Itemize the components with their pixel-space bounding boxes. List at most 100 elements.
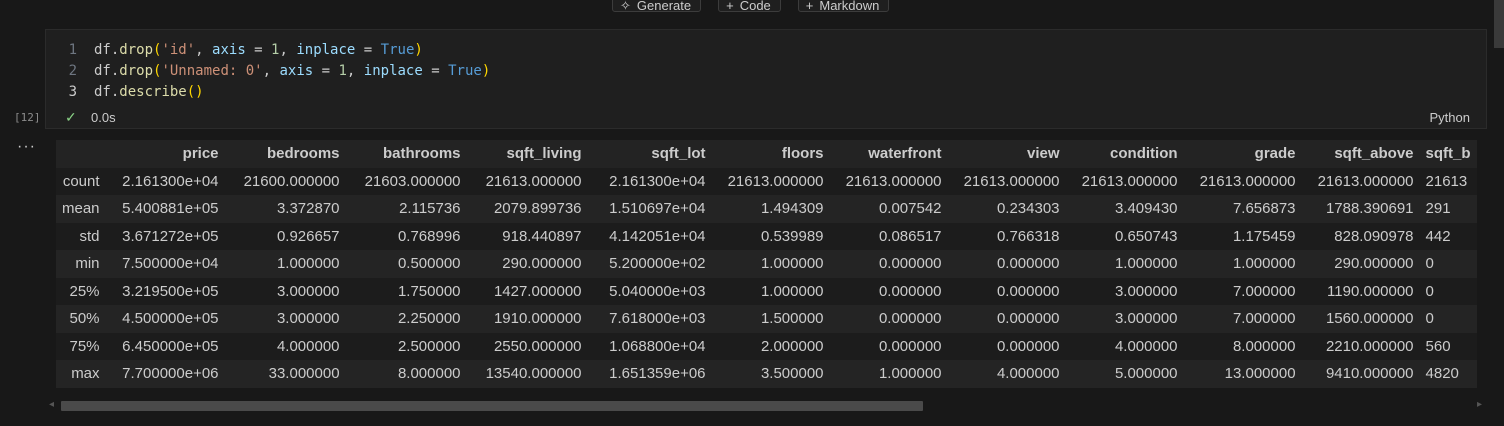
horizontal-scrollbar-thumb[interactable] — [61, 401, 923, 411]
table-cell: 21600.000000 — [243, 172, 340, 190]
code-token: True — [380, 42, 415, 58]
markdown-label: Markdown — [819, 0, 880, 13]
table-cell: 0.000000 — [878, 282, 942, 300]
code-cell[interactable]: 1 df. drop('id', axis = 1, inplace = True… — [45, 29, 1487, 129]
table-cell: 33.000000 — [268, 365, 340, 383]
code-token: . — [110, 42, 120, 58]
column-header: sqft_living — [506, 145, 582, 163]
vertical-scrollbar[interactable] — [1494, 0, 1504, 48]
code-token: describe — [119, 84, 187, 100]
code-token: 'Unnamed: 0' — [161, 63, 263, 79]
code-line[interactable]: 3 df. describe() — [46, 82, 490, 103]
table-cell: 21613.000000 — [845, 172, 942, 190]
code-editor[interactable]: 1 df. drop('id', axis = 1, inplace = True… — [46, 40, 491, 103]
generate-button[interactable]: ✧ Generate — [612, 0, 702, 13]
table-cell: 9410.000000 — [1325, 365, 1414, 383]
table-cell: 5.040000e+03 — [609, 282, 706, 300]
table-cell: 1.494309 — [760, 200, 824, 218]
table-cell: 21613 — [1425, 172, 1468, 190]
column-header: condition — [1110, 145, 1178, 163]
table-cell: 3.219500e+05 — [122, 282, 219, 300]
generate-label: Generate — [636, 0, 692, 13]
table-row: count 2.161300e+04 21600.000000 21603.00000… — [56, 167, 1477, 195]
line-number: 2 — [68, 63, 77, 79]
table-cell: 7.618000e+03 — [609, 310, 706, 328]
output-more-actions-icon[interactable]: ··· — [17, 138, 36, 156]
table-cell: 3.409430 — [1114, 200, 1178, 218]
row-index-label: std — [79, 227, 100, 245]
table-cell: 1190.000000 — [1327, 282, 1414, 300]
table-cell: 5.200000e+02 — [609, 255, 706, 273]
row-index-label: 75% — [69, 337, 100, 355]
table-cell: 2.250000 — [397, 310, 461, 328]
table-cell: 21613.000000 — [1081, 172, 1178, 190]
code-token: ( — [153, 42, 162, 58]
column-header: view — [1027, 145, 1060, 163]
code-line[interactable]: 1 df. drop('id', axis = 1, inplace = True… — [46, 40, 490, 61]
scroll-right-icon[interactable]: ▸ — [1477, 399, 1482, 410]
code-token: df — [94, 84, 111, 100]
column-header: sqft_above — [1334, 145, 1414, 163]
table-cell: 290.000000 — [502, 255, 582, 273]
table-row: 75% 6.450000e+05 4.000000 2.500000 2550.0000… — [56, 332, 1477, 360]
add-markdown-button[interactable]: + Markdown — [797, 0, 890, 13]
table-cell: 0 — [1425, 282, 1434, 300]
table-cell: 1.000000 — [760, 255, 824, 273]
table-cell: 2550.000000 — [493, 337, 582, 355]
table-cell: 21613.000000 — [727, 172, 824, 190]
execution-count: [12] — [14, 111, 41, 124]
table-cell: 442 — [1425, 227, 1451, 245]
table-cell: 2.115736 — [399, 200, 461, 218]
code-token: ) — [414, 42, 423, 58]
code-token: 1 — [271, 42, 280, 58]
row-index-label: mean — [62, 200, 100, 218]
table-cell: 1.500000 — [760, 310, 824, 328]
code-token: , — [346, 63, 364, 79]
kernel-language-button[interactable]: Python — [1430, 110, 1470, 125]
table-cell: 7.700000e+06 — [122, 365, 219, 383]
table-cell: 1.510697e+04 — [609, 200, 706, 218]
table-cell: 21613.000000 — [963, 172, 1060, 190]
row-index-label: max — [71, 365, 100, 383]
code-token: drop — [119, 63, 154, 79]
column-header: grade — [1254, 145, 1296, 163]
code-token: = — [245, 42, 272, 58]
plus-icon: + — [726, 0, 734, 13]
code-token: 'id' — [161, 42, 196, 58]
table-cell: 3.671272e+05 — [122, 227, 219, 245]
plus-icon: + — [805, 0, 814, 13]
table-cell: 8.000000 — [1232, 337, 1296, 355]
scroll-left-icon[interactable]: ◂ — [49, 399, 54, 410]
add-code-button[interactable]: + Code — [718, 0, 781, 12]
table-cell: 5.000000 — [1114, 365, 1178, 383]
table-cell: 0.000000 — [996, 310, 1060, 328]
table-cell: 0.000000 — [996, 337, 1060, 355]
table-cell: 5.400881e+05 — [122, 200, 219, 218]
table-cell: 21603.000000 — [364, 172, 461, 190]
code-token: axis — [279, 63, 314, 79]
table-cell: 3.000000 — [1114, 282, 1178, 300]
code-token: df — [94, 63, 111, 79]
table-cell: 2210.000000 — [1325, 337, 1414, 355]
table-cell: 21613.000000 — [1199, 172, 1296, 190]
table-cell: 0.000000 — [996, 255, 1060, 273]
table-cell: 3.000000 — [1114, 310, 1178, 328]
table-row: mean 5.400881e+05 3.372870 2.115736 2079.899… — [56, 195, 1477, 223]
code-token: ( — [153, 63, 162, 79]
table-cell: 2.000000 — [760, 337, 824, 355]
column-header: sqft_b — [1425, 145, 1471, 163]
table-row: std 3.671272e+05 0.926657 0.768996 918.44089… — [56, 222, 1477, 250]
table-cell: 13.000000 — [1224, 365, 1296, 383]
table-cell: 1.068800e+04 — [609, 337, 706, 355]
table-cell: 0.000000 — [996, 282, 1060, 300]
table-cell: 7.500000e+04 — [122, 255, 219, 273]
table-cell: 1560.000000 — [1325, 310, 1414, 328]
table-cell: 4.000000 — [276, 337, 340, 355]
execution-time: 0.0s — [91, 110, 116, 125]
table-cell: 0.007542 — [878, 200, 942, 218]
column-header: floors — [781, 145, 824, 163]
sparkle-icon: ✧ — [620, 0, 631, 13]
code-line[interactable]: 2 df. drop('Unnamed: 0', axis = 1, inplac… — [46, 61, 491, 82]
table-cell: 8.000000 — [397, 365, 461, 383]
table-cell: 2.161300e+04 — [609, 172, 706, 190]
